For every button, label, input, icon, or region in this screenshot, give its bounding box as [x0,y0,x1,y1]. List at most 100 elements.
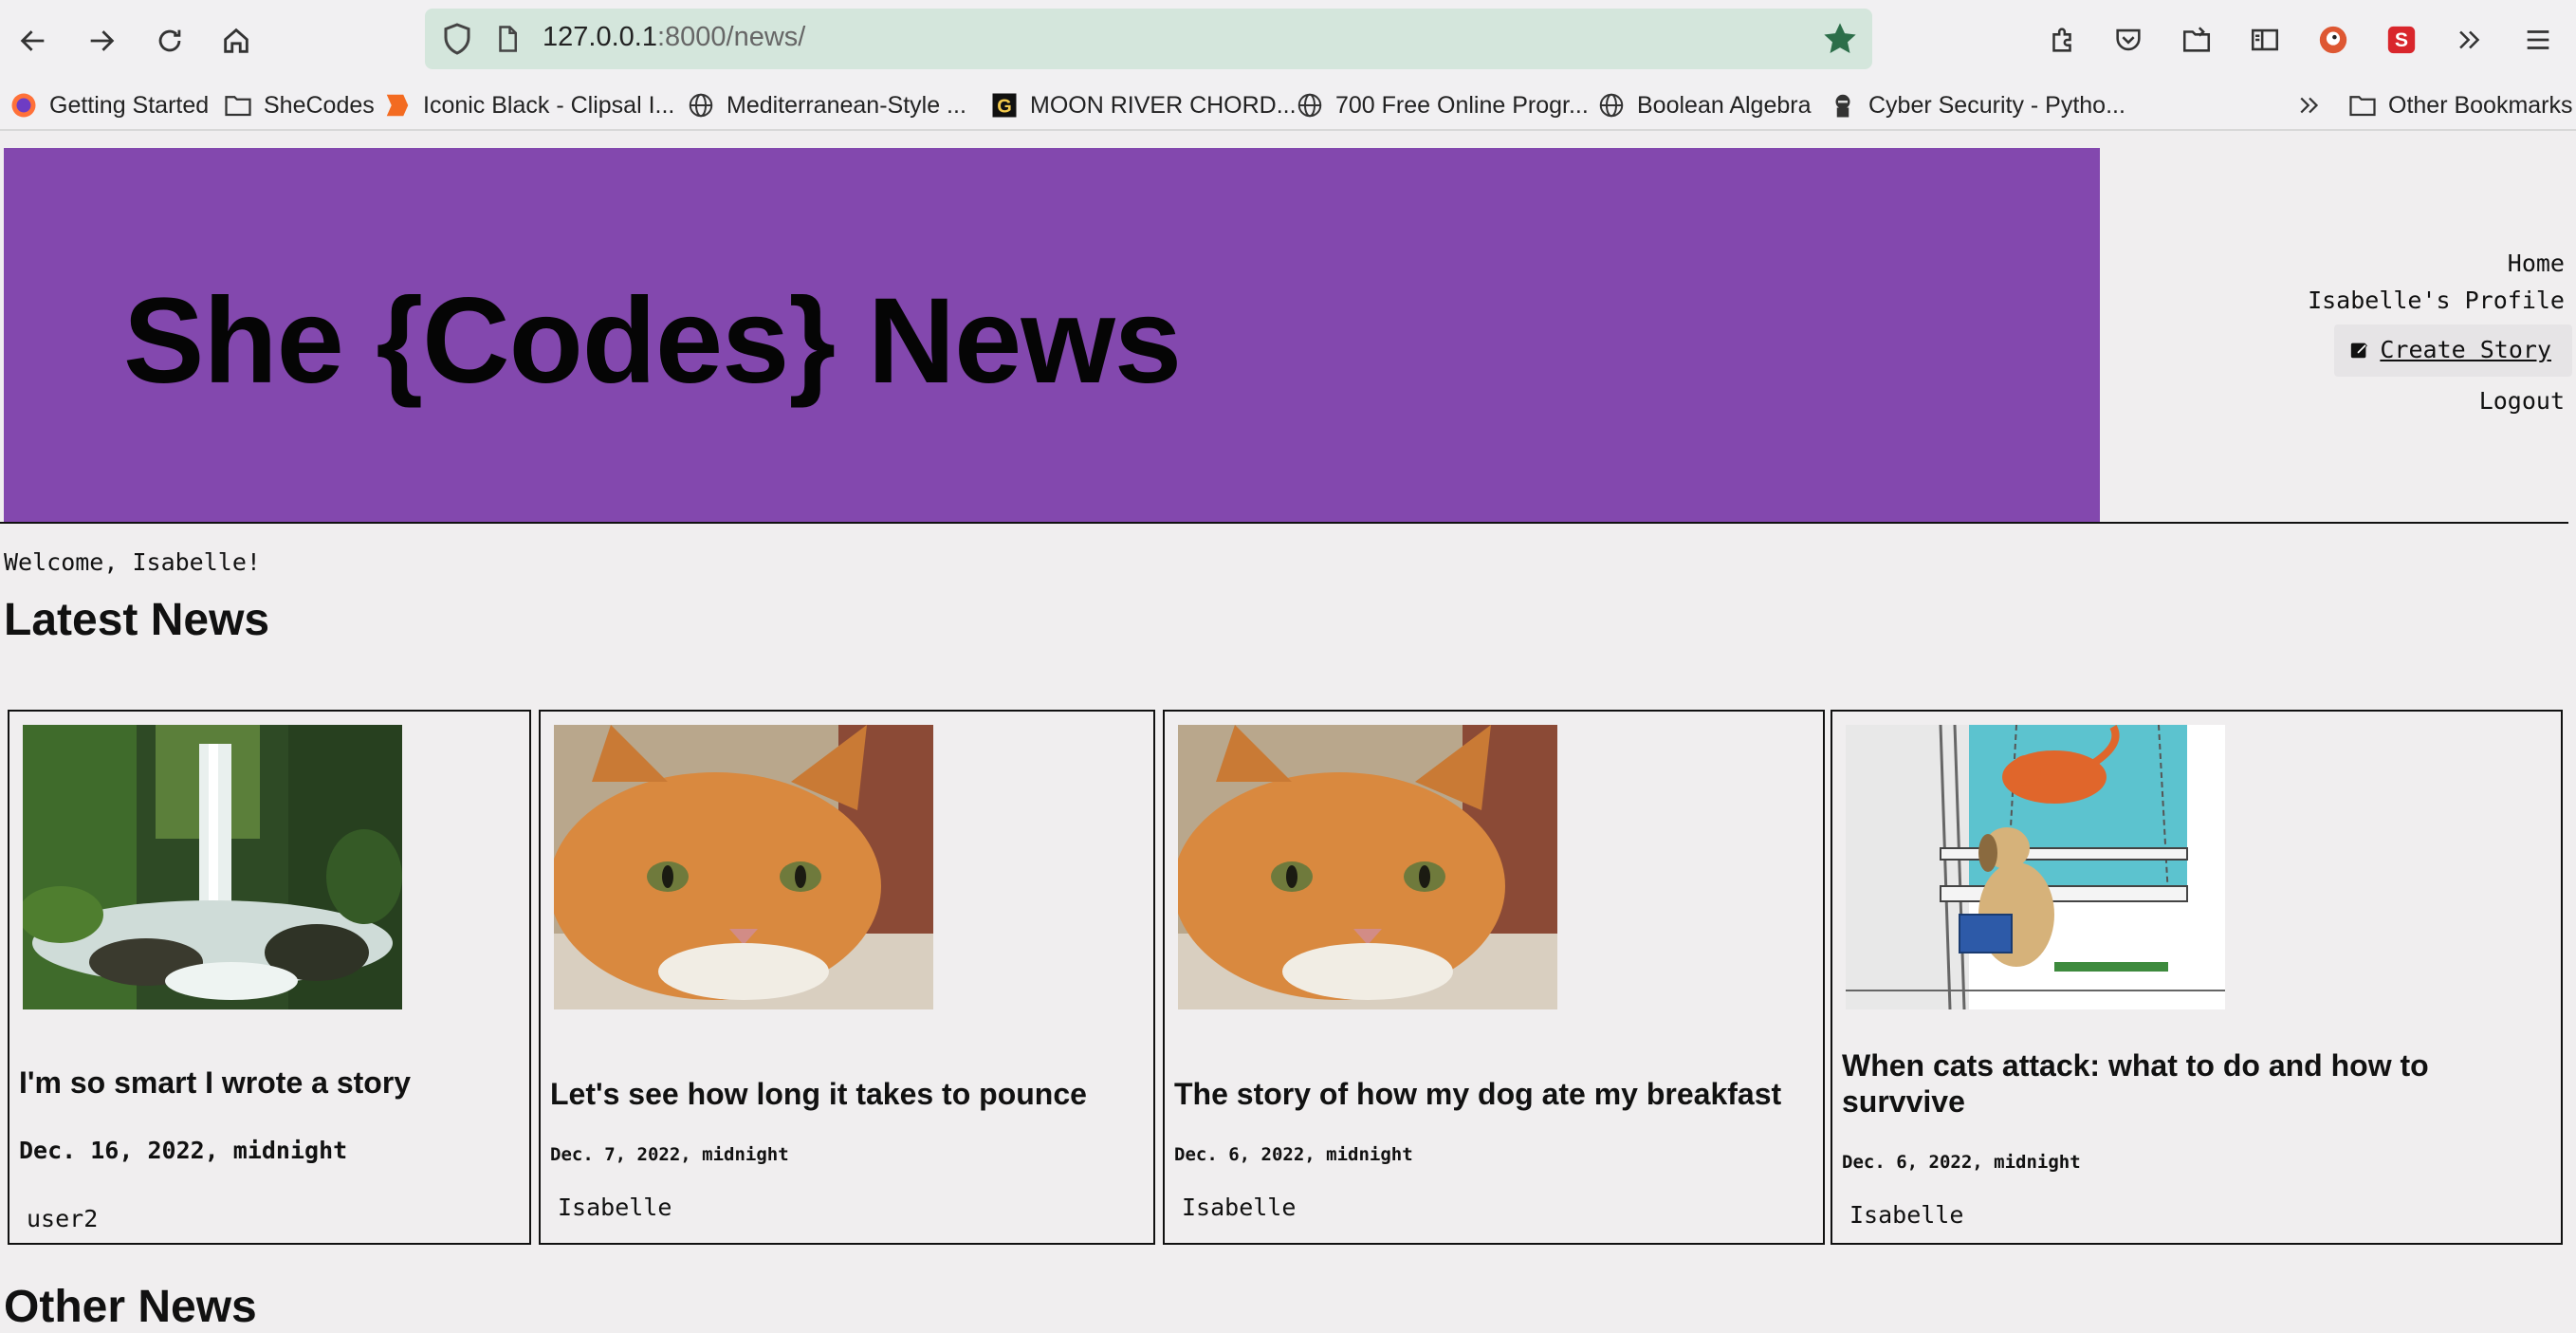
folder-arrow-icon [2182,27,2211,52]
bookmark-label: Cyber Security - Pytho... [1868,91,2125,119]
url-text[interactable]: 127.0.0.1:8000/news/ [543,22,805,53]
bookmark-shecodes[interactable]: SheCodes [224,89,375,121]
bookmark-boolean-algebra[interactable]: Boolean Algebra [1597,89,1811,121]
story-image-waterfall[interactable] [23,725,402,1009]
bookmark-mediterranean[interactable]: Mediterranean-Style ... [687,89,966,121]
site-nav: Home Isabelle's Profile Create Story Log… [2308,245,2572,419]
edit-icon [2351,343,2368,358]
story-author: Isabelle [1849,1201,1964,1229]
firefox-icon [9,91,38,120]
bookmark-label: Iconic Black - Clipsal I... [423,91,675,119]
browser-toolbar: 127.0.0.1:8000/news/ S [0,0,2576,82]
page-icon[interactable] [493,24,522,54]
downloads-button[interactable] [2178,21,2216,59]
story-title[interactable]: When cats attack: what to do and how to … [1842,1047,2542,1120]
story-image-cartoon[interactable] [1846,725,2225,1009]
story-author: Isabelle [558,1194,672,1221]
svg-text:S: S [2395,28,2408,51]
bookmark-label: SheCodes [264,91,375,119]
cartoon-dog-cat-image [1846,725,2225,1009]
home-button[interactable] [211,15,262,66]
story-date: Dec. 6, 2022, midnight [1174,1144,1413,1165]
other-bookmarks[interactable]: Other Bookmarks [2348,89,2573,121]
bookmark-700-free[interactable]: 700 Free Online Progr... [1296,89,1589,121]
forward-arrow-icon [90,30,115,51]
shield-icon[interactable] [440,22,474,56]
header-divider [0,522,2568,524]
site-banner: She {Codes} News [4,148,2100,524]
globe-icon [1597,91,1626,120]
nav-profile-link[interactable]: Isabelle's Profile [2308,282,2565,319]
story-card[interactable]: Let's see how long it takes to pounce De… [539,710,1155,1245]
nav-home-link[interactable]: Home [2308,245,2565,282]
reload-icon [158,29,181,52]
bookmark-label: Boolean Algebra [1637,91,1812,119]
story-image-cat[interactable] [554,725,933,1009]
bookmark-label: MOON RIVER CHORD... [1030,91,1297,119]
sidebar-icon [2251,28,2279,51]
bookmark-label: Mediterranean-Style ... [727,91,966,119]
url-path: :8000/news/ [656,22,806,52]
pocket-icon [2116,28,2141,51]
welcome-message: Welcome, Isabelle! [4,548,261,576]
latest-news-heading: Latest News [4,595,270,645]
story-date: Dec. 7, 2022, midnight [550,1144,789,1165]
double-chevron-icon [2295,91,2324,120]
orange-cat-image [554,725,933,1009]
pocket-button[interactable] [2109,21,2147,59]
other-news-heading: Other News [4,1282,257,1332]
bookmark-cyber-security[interactable]: Cyber Security - Pytho... [1829,89,2125,121]
story-date: Dec. 16, 2022, midnight [19,1137,348,1164]
create-story-label: Create Story [2380,336,2551,363]
overflow-button[interactable] [2451,21,2489,59]
bookmark-star-icon[interactable] [1821,20,1859,58]
globe-icon [1296,91,1324,120]
site-title: She {Codes} News [123,273,1182,409]
story-title[interactable]: Let's see how long it takes to pounce [550,1076,1134,1112]
story-title[interactable]: I'm so smart I wrote a story [19,1065,510,1101]
address-bar[interactable]: 127.0.0.1:8000/news/ [425,9,1872,69]
clipsal-icon [383,91,412,120]
menu-button[interactable] [2519,21,2557,59]
story-card[interactable]: I'm so smart I wrote a story Dec. 16, 20… [8,710,531,1245]
folder-icon [224,91,252,120]
globe-icon [687,91,715,120]
duckduckgo-button[interactable] [2314,21,2352,59]
bookmark-label: Getting Started [49,91,210,119]
story-author: Isabelle [1182,1194,1297,1221]
puzzle-icon [2052,28,2071,52]
duckduckgo-icon [2319,26,2347,54]
chord-site-icon: G [990,91,1019,120]
bookmarks-overflow-button[interactable] [2295,89,2335,121]
bookmark-moon-river[interactable]: G MOON RIVER CHORD... [990,89,1297,121]
page-content: She {Codes} News Home Isabelle's Profile… [0,131,2576,1332]
forward-button[interactable] [76,15,127,66]
double-chevron-icon [2459,30,2480,49]
home-icon [224,28,248,53]
reader-view-button[interactable] [2246,21,2284,59]
story-author: user2 [27,1205,99,1232]
story-card[interactable]: When cats attack: what to do and how to … [1831,710,2563,1245]
hamburger-icon [2527,30,2549,49]
s-extension-icon: S [2387,26,2416,54]
waterfall-image [23,725,402,1009]
back-arrow-icon [20,30,45,51]
other-bookmarks-label: Other Bookmarks [2388,91,2573,119]
create-story-button[interactable]: Create Story [2334,324,2572,377]
extension-s-button[interactable]: S [2383,21,2420,59]
bookmarks-bar: Getting Started SheCodes Iconic Black - … [0,82,2576,131]
story-date: Dec. 6, 2022, midnight [1842,1152,2081,1173]
hacker-icon [1829,91,1857,120]
story-card[interactable]: The story of how my dog ate my breakfast… [1163,710,1825,1245]
back-button[interactable] [8,15,59,66]
bookmark-label: 700 Free Online Progr... [1335,91,1589,119]
orange-cat-image [1178,725,1557,1009]
bookmark-clipsal[interactable]: Iconic Black - Clipsal I... [383,89,674,121]
reload-button[interactable] [144,15,195,66]
story-image-cat[interactable] [1178,725,1557,1009]
nav-logout-link[interactable]: Logout [2308,382,2565,419]
story-title[interactable]: The story of how my dog ate my breakfast [1174,1076,1804,1112]
bookmark-getting-started[interactable]: Getting Started [9,89,209,121]
extensions-button[interactable] [2043,21,2081,59]
url-host: 127.0.0.1 [543,22,657,52]
